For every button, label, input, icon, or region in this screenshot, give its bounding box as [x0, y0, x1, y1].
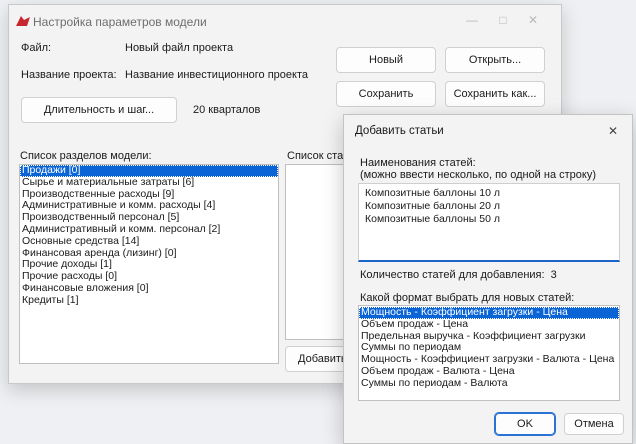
main-window-title: Настройка параметров модели	[33, 15, 207, 29]
ok-button[interactable]: OK	[494, 412, 556, 436]
save-as-button[interactable]: Сохранить как...	[445, 81, 545, 107]
format-label: Какой формат выбрать для новых статей:	[360, 292, 575, 304]
add-articles-dialog: Добавить статьи ✕ Наименования статей: (…	[343, 114, 633, 444]
dialog-title: Добавить статьи	[355, 125, 444, 137]
names-label: Наименования статей:	[360, 157, 476, 169]
main-titlebar[interactable]: Настройка параметров модели — □ ✕	[9, 5, 561, 37]
format-list-item[interactable]: Суммы по периодам - Валюта	[359, 377, 619, 390]
maximize-icon[interactable]: □	[494, 13, 512, 27]
section-list-item[interactable]: Кредиты [1]	[20, 294, 278, 307]
open-button[interactable]: Открыть...	[445, 47, 545, 73]
article-name-line: Композитные баллоны 10 л	[365, 187, 500, 199]
count-label: Количество статей для добавления: 3	[360, 269, 557, 281]
dialog-titlebar[interactable]: Добавить статьи ✕	[344, 115, 632, 145]
names-hint: (можно ввести несколько, по одной на стр…	[360, 169, 597, 181]
file-label: Файл:	[21, 42, 52, 54]
duration-value: 20 кварталов	[193, 104, 261, 116]
file-value: Новый файл проекта	[125, 42, 234, 54]
section-list-item[interactable]: Финансовые вложения [0]	[20, 282, 278, 295]
section-list-item[interactable]: Административный и комм. персонал [2]	[20, 223, 278, 236]
close-icon[interactable]: ✕	[524, 13, 542, 27]
section-list-item[interactable]: Сырье и материальные затраты [6]	[20, 176, 278, 189]
section-list-item[interactable]: Основные средства [14]	[20, 235, 278, 248]
dialog-close-icon[interactable]: ✕	[608, 124, 618, 138]
format-listbox[interactable]: Мощность - Коэффициент загрузки - Цена Об…	[358, 305, 620, 401]
format-list-item[interactable]: Объем продаж - Цена	[359, 318, 619, 331]
article-name-line: Композитные баллоны 50 л	[365, 213, 500, 225]
count-label-text: Количество статей для добавления:	[360, 269, 545, 281]
sections-listbox[interactable]: Продажи [0] Сырье и материальные затраты …	[19, 164, 279, 364]
save-button[interactable]: Сохранить	[336, 81, 436, 107]
count-value: 3	[550, 269, 557, 281]
project-label: Название проекта:	[21, 69, 117, 81]
project-value: Название инвестиционного проекта	[125, 69, 309, 81]
article-name-line: Композитные баллоны 20 л	[365, 200, 500, 212]
names-textarea[interactable]: Композитные баллоны 10 л Композитные балл…	[358, 183, 620, 262]
minimize-icon[interactable]: —	[463, 13, 481, 27]
sections-label: Список разделов модели:	[20, 150, 152, 162]
cancel-button[interactable]: Отмена	[564, 413, 624, 435]
new-button[interactable]: Новый	[336, 47, 436, 73]
duration-button[interactable]: Длительность и шаг...	[21, 97, 177, 123]
app-logo-icon	[16, 16, 30, 26]
format-list-item[interactable]: Объем продаж - Валюта - Цена	[359, 365, 619, 378]
